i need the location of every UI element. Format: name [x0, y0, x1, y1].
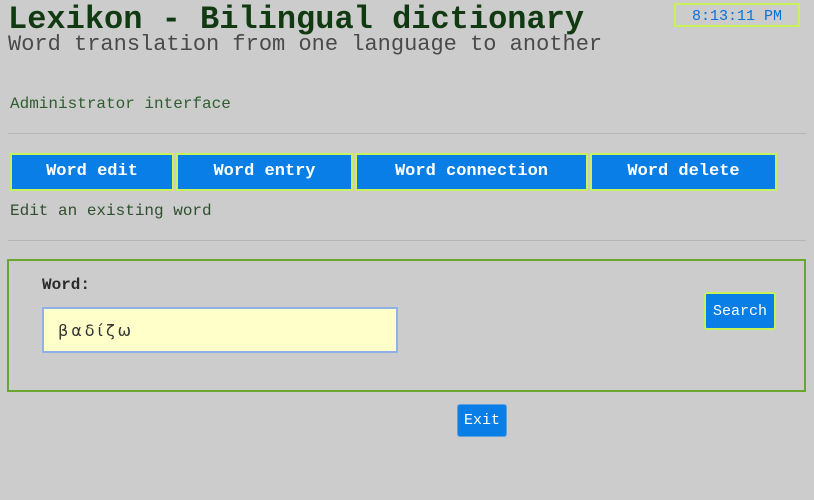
page-subtitle: Word translation from one language to an…: [8, 32, 603, 57]
clock-display: 8:13:11 PM: [674, 3, 800, 27]
tab-word-edit[interactable]: Word edit: [10, 153, 174, 191]
admin-interface-label: Administrator interface: [10, 95, 231, 113]
exit-button[interactable]: Exit: [457, 404, 507, 437]
tab-word-entry[interactable]: Word entry: [176, 153, 353, 191]
word-label: Word:: [42, 276, 91, 294]
tab-word-delete[interactable]: Word delete: [590, 153, 777, 191]
word-search-panel: Word: Search: [7, 259, 806, 392]
mode-description: Edit an existing word: [10, 202, 212, 220]
word-input[interactable]: [42, 307, 398, 353]
header-divider: [8, 133, 806, 134]
tabs-divider: [8, 240, 806, 241]
tab-word-connection[interactable]: Word connection: [355, 153, 588, 191]
search-button[interactable]: Search: [704, 292, 776, 330]
